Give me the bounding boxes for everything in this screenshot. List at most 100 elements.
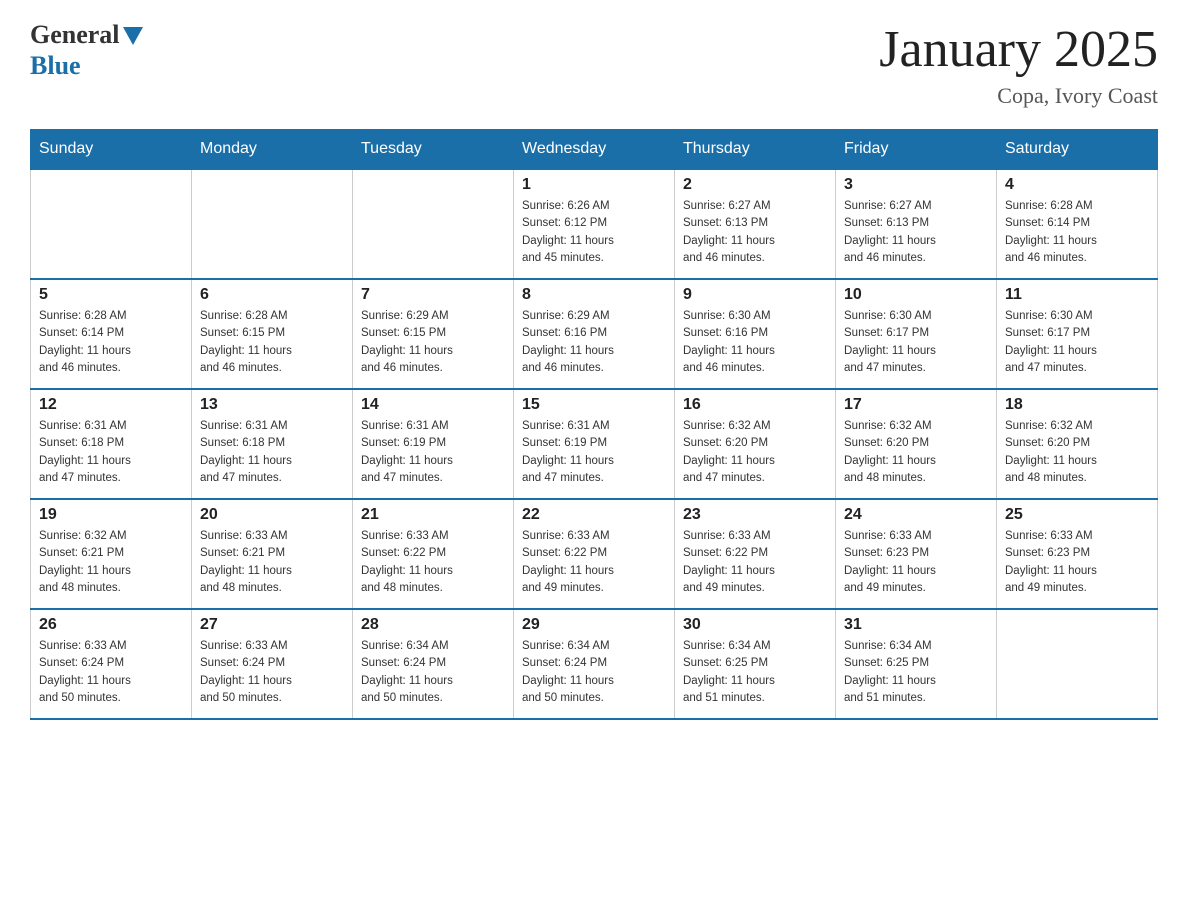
- day-info: Sunrise: 6:34 AM Sunset: 6:24 PM Dayligh…: [522, 638, 666, 707]
- calendar-week-row: 19 Sunrise: 6:32 AM Sunset: 6:21 PM Dayli…: [31, 499, 1158, 609]
- calendar-day-cell: [192, 169, 353, 279]
- day-number: 12: [39, 396, 183, 414]
- day-number: 16: [683, 396, 827, 414]
- day-info: Sunrise: 6:34 AM Sunset: 6:25 PM Dayligh…: [683, 638, 827, 707]
- calendar-day-cell: 5 Sunrise: 6:28 AM Sunset: 6:14 PM Daylig…: [31, 279, 192, 389]
- calendar-day-cell: 16Sunrise: 6:32 AM Sunset: 6:20 PM Dayli…: [675, 389, 836, 499]
- calendar-day-cell: [997, 609, 1158, 719]
- day-info: Sunrise: 6:33 AM Sunset: 6:23 PM Dayligh…: [844, 528, 988, 597]
- day-number: 28: [361, 616, 505, 634]
- calendar-day-cell: 29Sunrise: 6:34 AM Sunset: 6:24 PM Dayli…: [514, 609, 675, 719]
- day-number: 26: [39, 616, 183, 634]
- day-info: Sunrise: 6:31 AM Sunset: 6:19 PM Dayligh…: [522, 418, 666, 487]
- day-number: 3: [844, 176, 988, 194]
- calendar-header-row: SundayMondayTuesdayWednesdayThursdayFrid…: [31, 130, 1158, 170]
- day-info: Sunrise: 6:32 AM Sunset: 6:20 PM Dayligh…: [844, 418, 988, 487]
- day-number: 2: [683, 176, 827, 194]
- day-of-week-header: Saturday: [997, 130, 1158, 170]
- day-number: 21: [361, 506, 505, 524]
- day-info: Sunrise: 6:33 AM Sunset: 6:22 PM Dayligh…: [683, 528, 827, 597]
- day-number: 5: [39, 286, 183, 304]
- calendar-week-row: 1 Sunrise: 6:26 AM Sunset: 6:12 PM Daylig…: [31, 169, 1158, 279]
- calendar-day-cell: 3 Sunrise: 6:27 AM Sunset: 6:13 PM Daylig…: [836, 169, 997, 279]
- calendar-day-cell: 15 Sunrise: 6:31 AM Sunset: 6:19 PM Dayli…: [514, 389, 675, 499]
- calendar-day-cell: 21 Sunrise: 6:33 AM Sunset: 6:22 PM Dayli…: [353, 499, 514, 609]
- calendar-day-cell: 2Sunrise: 6:27 AM Sunset: 6:13 PM Daylig…: [675, 169, 836, 279]
- calendar-day-cell: 6Sunrise: 6:28 AM Sunset: 6:15 PM Daylig…: [192, 279, 353, 389]
- day-number: 24: [844, 506, 988, 524]
- day-number: 31: [844, 616, 988, 634]
- day-info: Sunrise: 6:33 AM Sunset: 6:24 PM Dayligh…: [200, 638, 344, 707]
- day-number: 6: [200, 286, 344, 304]
- calendar-day-cell: 17Sunrise: 6:32 AM Sunset: 6:20 PM Dayli…: [836, 389, 997, 499]
- calendar-day-cell: 19 Sunrise: 6:32 AM Sunset: 6:21 PM Dayli…: [31, 499, 192, 609]
- day-number: 4: [1005, 176, 1149, 194]
- day-info: Sunrise: 6:33 AM Sunset: 6:21 PM Dayligh…: [200, 528, 344, 597]
- day-number: 18: [1005, 396, 1149, 414]
- day-number: 15: [522, 396, 666, 414]
- calendar-day-cell: 25 Sunrise: 6:33 AM Sunset: 6:23 PM Dayli…: [997, 499, 1158, 609]
- title-section: January 2025 Copa, Ivory Coast: [879, 20, 1158, 109]
- calendar-day-cell: 13 Sunrise: 6:31 AM Sunset: 6:18 PM Dayli…: [192, 389, 353, 499]
- day-info: Sunrise: 6:32 AM Sunset: 6:21 PM Dayligh…: [39, 528, 183, 597]
- day-info: Sunrise: 6:27 AM Sunset: 6:13 PM Dayligh…: [844, 198, 988, 267]
- calendar-day-cell: 22Sunrise: 6:33 AM Sunset: 6:22 PM Dayli…: [514, 499, 675, 609]
- day-of-week-header: Tuesday: [353, 130, 514, 170]
- day-info: Sunrise: 6:34 AM Sunset: 6:25 PM Dayligh…: [844, 638, 988, 707]
- calendar-day-cell: 14 Sunrise: 6:31 AM Sunset: 6:19 PM Dayli…: [353, 389, 514, 499]
- day-info: Sunrise: 6:33 AM Sunset: 6:22 PM Dayligh…: [522, 528, 666, 597]
- day-of-week-header: Wednesday: [514, 130, 675, 170]
- day-info: Sunrise: 6:30 AM Sunset: 6:17 PM Dayligh…: [844, 308, 988, 377]
- logo-triangle-icon: [123, 27, 143, 45]
- calendar-day-cell: 28 Sunrise: 6:34 AM Sunset: 6:24 PM Dayli…: [353, 609, 514, 719]
- day-number: 13: [200, 396, 344, 414]
- day-info: Sunrise: 6:31 AM Sunset: 6:18 PM Dayligh…: [200, 418, 344, 487]
- day-number: 20: [200, 506, 344, 524]
- day-info: Sunrise: 6:31 AM Sunset: 6:19 PM Dayligh…: [361, 418, 505, 487]
- calendar-day-cell: 12 Sunrise: 6:31 AM Sunset: 6:18 PM Dayli…: [31, 389, 192, 499]
- day-info: Sunrise: 6:34 AM Sunset: 6:24 PM Dayligh…: [361, 638, 505, 707]
- page-header: General Blue January 2025 Copa, Ivory Co…: [30, 20, 1158, 109]
- calendar-day-cell: 4Sunrise: 6:28 AM Sunset: 6:14 PM Daylig…: [997, 169, 1158, 279]
- calendar-day-cell: 24 Sunrise: 6:33 AM Sunset: 6:23 PM Dayli…: [836, 499, 997, 609]
- day-number: 30: [683, 616, 827, 634]
- calendar-day-cell: 30 Sunrise: 6:34 AM Sunset: 6:25 PM Dayli…: [675, 609, 836, 719]
- logo-general-text: General: [30, 20, 120, 49]
- day-info: Sunrise: 6:26 AM Sunset: 6:12 PM Dayligh…: [522, 198, 666, 267]
- day-number: 9: [683, 286, 827, 304]
- calendar-week-row: 12 Sunrise: 6:31 AM Sunset: 6:18 PM Dayli…: [31, 389, 1158, 499]
- logo: General Blue: [30, 20, 143, 81]
- calendar-week-row: 5 Sunrise: 6:28 AM Sunset: 6:14 PM Daylig…: [31, 279, 1158, 389]
- day-number: 25: [1005, 506, 1149, 524]
- day-number: 1: [522, 176, 666, 194]
- day-info: Sunrise: 6:31 AM Sunset: 6:18 PM Dayligh…: [39, 418, 183, 487]
- day-of-week-header: Sunday: [31, 130, 192, 170]
- calendar-day-cell: 20 Sunrise: 6:33 AM Sunset: 6:21 PM Dayli…: [192, 499, 353, 609]
- day-info: Sunrise: 6:33 AM Sunset: 6:23 PM Dayligh…: [1005, 528, 1149, 597]
- calendar-day-cell: 10 Sunrise: 6:30 AM Sunset: 6:17 PM Dayli…: [836, 279, 997, 389]
- day-number: 14: [361, 396, 505, 414]
- calendar-day-cell: 31 Sunrise: 6:34 AM Sunset: 6:25 PM Dayli…: [836, 609, 997, 719]
- day-number: 7: [361, 286, 505, 304]
- calendar-day-cell: 8 Sunrise: 6:29 AM Sunset: 6:16 PM Daylig…: [514, 279, 675, 389]
- day-number: 11: [1005, 286, 1149, 304]
- day-info: Sunrise: 6:30 AM Sunset: 6:17 PM Dayligh…: [1005, 308, 1149, 377]
- calendar-day-cell: 23Sunrise: 6:33 AM Sunset: 6:22 PM Dayli…: [675, 499, 836, 609]
- calendar-table: SundayMondayTuesdayWednesdayThursdayFrid…: [30, 129, 1158, 720]
- day-info: Sunrise: 6:33 AM Sunset: 6:22 PM Dayligh…: [361, 528, 505, 597]
- calendar-day-cell: 7Sunrise: 6:29 AM Sunset: 6:15 PM Daylig…: [353, 279, 514, 389]
- calendar-day-cell: 11 Sunrise: 6:30 AM Sunset: 6:17 PM Dayli…: [997, 279, 1158, 389]
- day-number: 10: [844, 286, 988, 304]
- calendar-day-cell: 26Sunrise: 6:33 AM Sunset: 6:24 PM Dayli…: [31, 609, 192, 719]
- day-number: 27: [200, 616, 344, 634]
- day-info: Sunrise: 6:28 AM Sunset: 6:14 PM Dayligh…: [39, 308, 183, 377]
- day-of-week-header: Friday: [836, 130, 997, 170]
- calendar-day-cell: 18 Sunrise: 6:32 AM Sunset: 6:20 PM Dayli…: [997, 389, 1158, 499]
- calendar-title: January 2025: [879, 20, 1158, 79]
- day-number: 8: [522, 286, 666, 304]
- day-info: Sunrise: 6:32 AM Sunset: 6:20 PM Dayligh…: [1005, 418, 1149, 487]
- day-number: 19: [39, 506, 183, 524]
- logo-blue-text: Blue: [30, 51, 81, 80]
- day-info: Sunrise: 6:29 AM Sunset: 6:16 PM Dayligh…: [522, 308, 666, 377]
- calendar-subtitle: Copa, Ivory Coast: [879, 83, 1158, 109]
